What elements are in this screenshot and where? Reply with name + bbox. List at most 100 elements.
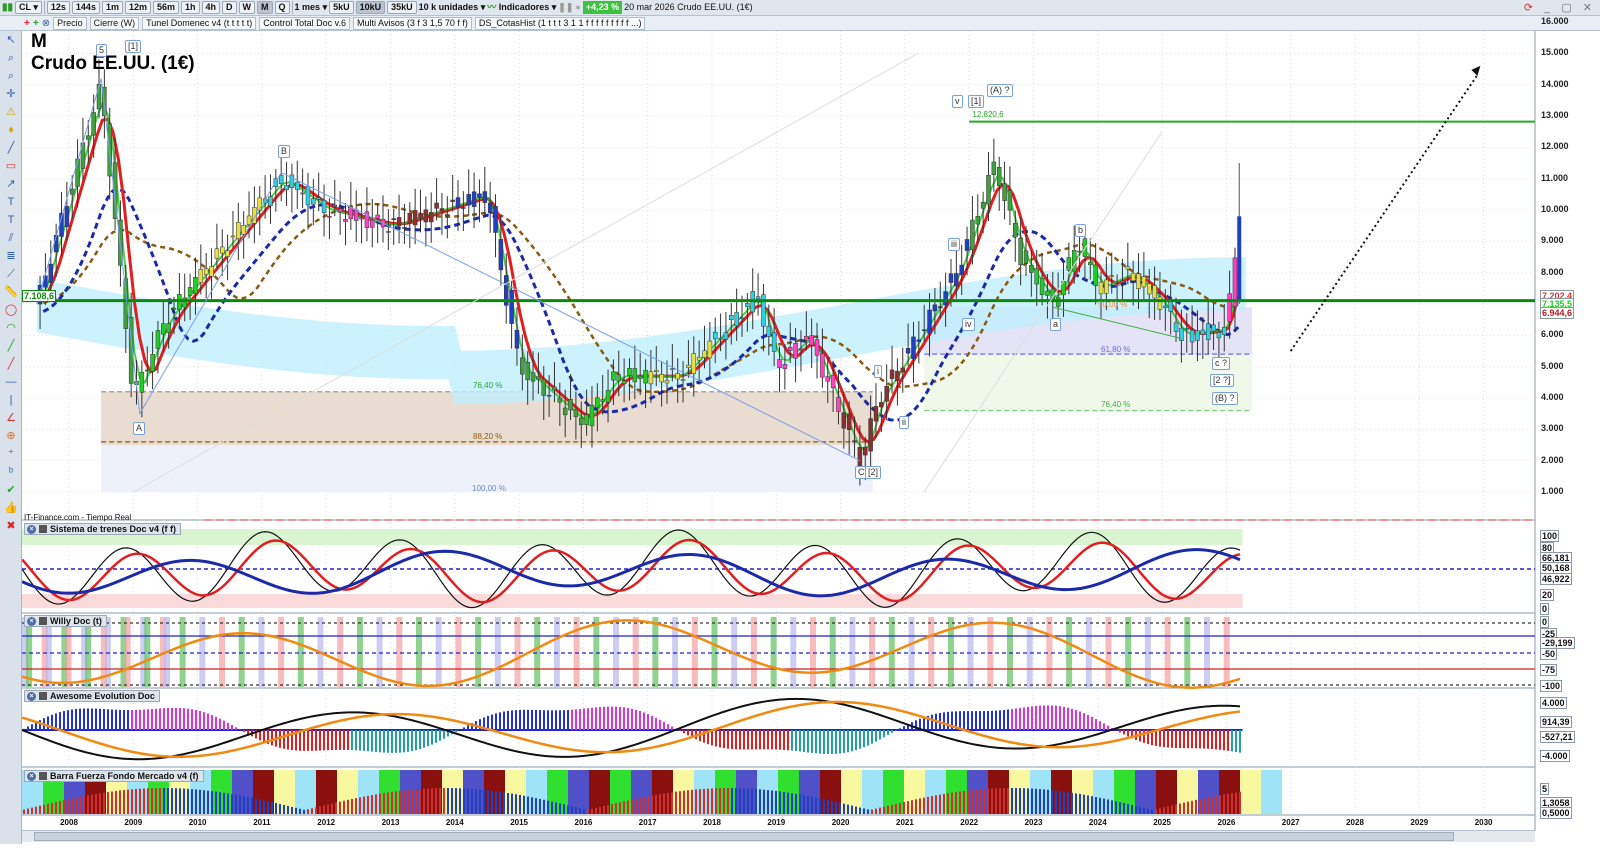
pause-icon[interactable]: ❚❚ xyxy=(558,1,573,14)
panel-willy-label[interactable]: × Willy Doc (t) xyxy=(24,615,107,627)
circle-plus-icon[interactable]: ⊕ xyxy=(0,427,22,445)
indicator-tick: 0 xyxy=(1540,603,1550,615)
candle-body xyxy=(198,269,204,283)
candle-body xyxy=(445,214,450,217)
unit-10kU[interactable]: 10kU xyxy=(355,1,386,14)
overlay-chip[interactable]: DS_CotasHist (1 t t t 3 1 1 f f f f f f … xyxy=(474,16,646,30)
price-tick: 16.000 xyxy=(1541,16,1569,27)
year-tick: 2030 xyxy=(1474,818,1493,827)
elliott-icon[interactable]: ⁺ xyxy=(0,445,22,463)
delete-icon[interactable]: ✖ xyxy=(0,517,22,535)
text-icon[interactable]: T xyxy=(0,193,22,211)
symbol-select[interactable]: CL ▾ xyxy=(15,1,42,14)
candle-body xyxy=(1039,277,1045,296)
unit-5kU[interactable]: 5kU xyxy=(329,1,354,14)
ruler-icon[interactable]: 📏 xyxy=(0,283,22,301)
period-M[interactable]: M xyxy=(257,1,273,14)
thumb-up-icon[interactable]: 👍 xyxy=(0,499,22,517)
cursor-icon[interactable]: ↖ xyxy=(0,31,22,49)
price-tick: 14.000 xyxy=(1541,78,1569,89)
overlay-chip[interactable]: Tunel Domenec v4 (t t t t t) xyxy=(142,16,257,30)
units-select[interactable]: 10 k unidades ▾ xyxy=(419,1,486,14)
refresh-icon[interactable]: ⟳ xyxy=(1524,2,1537,14)
candle-body xyxy=(1211,324,1216,332)
price-tick: 9.000 xyxy=(1541,235,1564,246)
year-tick: 2015 xyxy=(510,818,528,827)
overlay-chip[interactable]: Precio xyxy=(53,16,87,30)
candle-body xyxy=(975,216,981,225)
fib-icon[interactable]: ≣ xyxy=(0,247,22,265)
abc-icon[interactable]: ᵇ xyxy=(0,463,22,481)
period-144s[interactable]: 144s xyxy=(71,1,100,14)
overlay-chip[interactable]: Cierre (W) xyxy=(89,16,140,30)
hline-icon[interactable]: — xyxy=(0,373,22,391)
vline-icon[interactable]: | xyxy=(0,391,22,409)
panel-trenes-label[interactable]: × Sistema de trenes Doc v4 (f f) xyxy=(24,523,182,535)
period-12m[interactable]: 12m xyxy=(124,1,151,14)
period-W[interactable]: W xyxy=(238,1,256,14)
price-chart[interactable] xyxy=(22,31,1600,831)
overlay-chip[interactable]: Multi Avisos (3 f 3 1,5 70 f f) xyxy=(353,16,472,30)
trend-icon[interactable]: ⟋ xyxy=(0,265,22,283)
arrow-icon[interactable]: ↗ xyxy=(0,175,22,193)
zoom-icon[interactable]: ⌕ xyxy=(0,49,22,67)
willy-bar xyxy=(179,617,186,687)
window-controls[interactable]: ⟳ _ ▢ ✕ xyxy=(1524,1,1596,14)
period-1m[interactable]: 1m xyxy=(101,1,123,14)
period-1h[interactable]: 1h xyxy=(181,1,200,14)
willy-bar xyxy=(1105,617,1112,687)
add-green-icon[interactable]: + xyxy=(33,18,39,29)
panel-fuerza-label[interactable]: × Barra Fuerza Fondo Mercado v4 (f) xyxy=(24,770,204,782)
candle-body xyxy=(825,376,830,382)
close-icon[interactable]: × xyxy=(27,524,36,534)
willy-bar xyxy=(1066,617,1073,687)
channel-icon[interactable]: ⫽ xyxy=(0,229,22,247)
candle-body xyxy=(766,326,772,337)
line-icon[interactable]: ╱ xyxy=(0,139,22,157)
interval-select[interactable]: 1 mes ▾ xyxy=(295,1,328,14)
close-icon[interactable]: × xyxy=(27,771,36,781)
candle-body xyxy=(739,317,745,320)
candle-body xyxy=(702,350,707,358)
bell-icon[interactable]: ⚠ xyxy=(0,103,22,121)
angle-icon[interactable]: ∠ xyxy=(0,409,22,427)
period-12s[interactable]: 12s xyxy=(46,1,70,14)
horizontal-scrollbar[interactable] xyxy=(22,830,1535,842)
arc-icon[interactable]: ◠ xyxy=(0,319,22,337)
chart-type-icon[interactable]: ▮▮ xyxy=(2,2,13,13)
year-tick: 2022 xyxy=(960,818,979,827)
unit-35kU[interactable]: 35kU xyxy=(387,1,417,14)
candle-body xyxy=(637,375,643,379)
candle-body xyxy=(236,222,241,239)
period-D[interactable]: D xyxy=(222,1,237,14)
add-red-icon[interactable]: + xyxy=(24,18,30,29)
period-56m[interactable]: 56m xyxy=(152,1,179,14)
overlay-chip[interactable]: Control Total Doc v.6 xyxy=(259,16,351,30)
close-circle-icon[interactable]: ⊗ xyxy=(42,18,50,29)
scroll-thumb[interactable] xyxy=(34,832,1454,841)
willy-bar xyxy=(85,617,92,687)
crosshair-icon[interactable]: ✛ xyxy=(0,85,22,103)
alert-icon[interactable]: ♦ xyxy=(0,121,22,139)
zoom-area-icon[interactable]: ⌕ xyxy=(0,67,22,85)
candle-body xyxy=(214,248,220,259)
rect-icon[interactable]: ▭ xyxy=(0,157,22,175)
red-line-icon[interactable]: ╱ xyxy=(0,355,22,373)
candle-body xyxy=(986,175,991,205)
candle-body xyxy=(391,218,396,221)
period-Q[interactable]: Q xyxy=(274,1,290,14)
candle-body xyxy=(225,250,230,257)
text-alt-icon[interactable]: T xyxy=(0,211,22,229)
candle-body xyxy=(723,332,729,340)
check-icon[interactable]: ✔ xyxy=(0,481,22,499)
indicators-button[interactable]: 〰 Indicadores ▾ xyxy=(487,1,556,14)
projection-arrow xyxy=(1289,74,1478,352)
period-4h[interactable]: 4h xyxy=(201,1,221,14)
green-line-icon[interactable]: ╱ xyxy=(0,337,22,355)
candle-body xyxy=(654,369,659,372)
ellipse-icon[interactable]: ◯ xyxy=(0,301,22,319)
close-icon[interactable]: × xyxy=(27,691,36,701)
panel-awesome-label[interactable]: × Awesome Evolution Doc xyxy=(24,690,160,702)
candle-body xyxy=(150,354,155,372)
close-icon[interactable]: × xyxy=(27,616,36,626)
